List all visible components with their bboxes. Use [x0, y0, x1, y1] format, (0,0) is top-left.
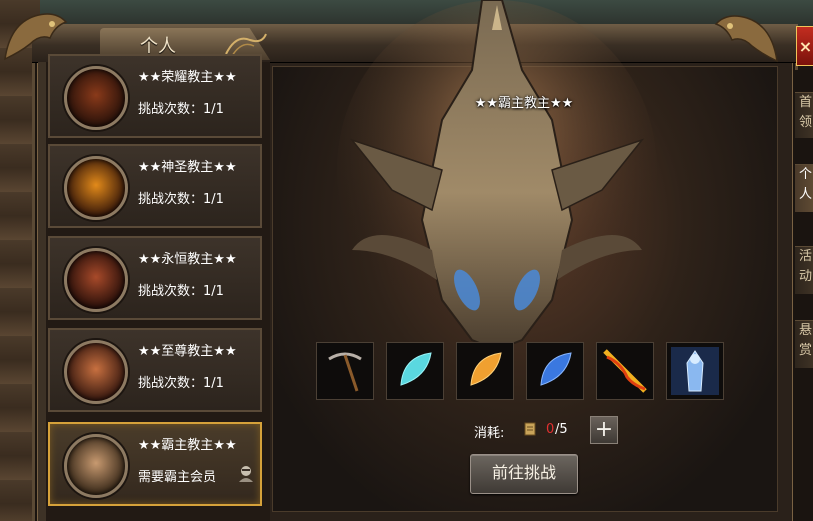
reward-slot[interactable]	[596, 342, 654, 400]
boss-list-item-selected[interactable]: ★★霸主教主★★ 需要霸主会员	[48, 422, 262, 506]
close-button[interactable]: ×	[796, 26, 813, 66]
boss-name: ★★荣耀教主★★	[138, 70, 237, 85]
dragon-ornament-icon	[714, 15, 778, 63]
side-tab-personal[interactable]: 个人	[795, 164, 813, 212]
challenge-button[interactable]: 前往挑战	[470, 454, 578, 494]
reward-slot[interactable]	[456, 342, 514, 400]
side-tab-bounty[interactable]: 悬赏	[795, 320, 813, 368]
dragon-boss-icon	[337, 0, 657, 352]
reward-slot[interactable]	[316, 342, 374, 400]
boss-list-item[interactable]: ★★永恒教主★★ 挑战次数：1/1	[48, 236, 262, 320]
reward-slot[interactable]	[666, 342, 724, 400]
reward-slot[interactable]	[386, 342, 444, 400]
cost-required: /5	[555, 422, 568, 437]
boss-avatar	[64, 434, 128, 498]
boss-title: ★★霸主教主★★	[474, 96, 574, 111]
boss-avatar	[64, 248, 128, 312]
boss-challenge-count: 挑战次数：1/1	[138, 192, 224, 207]
reward-slot[interactable]	[526, 342, 584, 400]
flame-sword-icon	[603, 349, 647, 393]
blue-feather-icon	[540, 352, 572, 386]
boss-challenge-count: 挑战次数：1/1	[138, 284, 224, 299]
boss-name: ★★神圣教主★★	[138, 160, 237, 175]
side-tab-boss[interactable]: 首领	[795, 92, 813, 138]
ice-armor-icon	[671, 347, 719, 395]
boss-list-item[interactable]: ★★荣耀教主★★ 挑战次数：1/1	[48, 54, 262, 138]
member-badge-icon	[239, 466, 253, 482]
cost-owned: 0	[546, 422, 555, 437]
orange-feather-icon	[470, 352, 502, 386]
boss-name: ★★霸主教主★★	[138, 438, 237, 453]
boss-challenge-count: 挑战次数：1/1	[138, 376, 224, 391]
boss-list-item[interactable]: ★★神圣教主★★ 挑战次数：1/1	[48, 144, 262, 228]
reward-row	[316, 342, 736, 402]
boss-list-item[interactable]: ★★至尊教主★★ 挑战次数：1/1	[48, 328, 262, 412]
boss-challenge-count: 挑战次数：1/1	[138, 102, 224, 117]
boss-avatar	[64, 156, 128, 220]
boss-name: ★★至尊教主★★	[138, 344, 237, 359]
boss-requirement: 需要霸主会员	[138, 470, 217, 485]
pickaxe-icon	[328, 352, 362, 392]
boss-name: ★★永恒教主★★	[138, 252, 237, 267]
boss-avatar	[64, 340, 128, 404]
boss-avatar	[64, 66, 128, 130]
side-tab-event[interactable]: 活动	[795, 246, 813, 294]
cost-label: 消耗:	[474, 426, 505, 441]
boss-list-scrollbar[interactable]	[38, 62, 46, 521]
game-screen: 个人 × 首领 个人 活动 悬赏 ★★荣耀教主★★ 挑战次数：1/1 ★★神圣教…	[0, 0, 813, 521]
add-ticket-button[interactable]: +	[590, 416, 618, 444]
ticket-icon	[524, 422, 536, 436]
cyan-feather-icon	[400, 352, 432, 386]
